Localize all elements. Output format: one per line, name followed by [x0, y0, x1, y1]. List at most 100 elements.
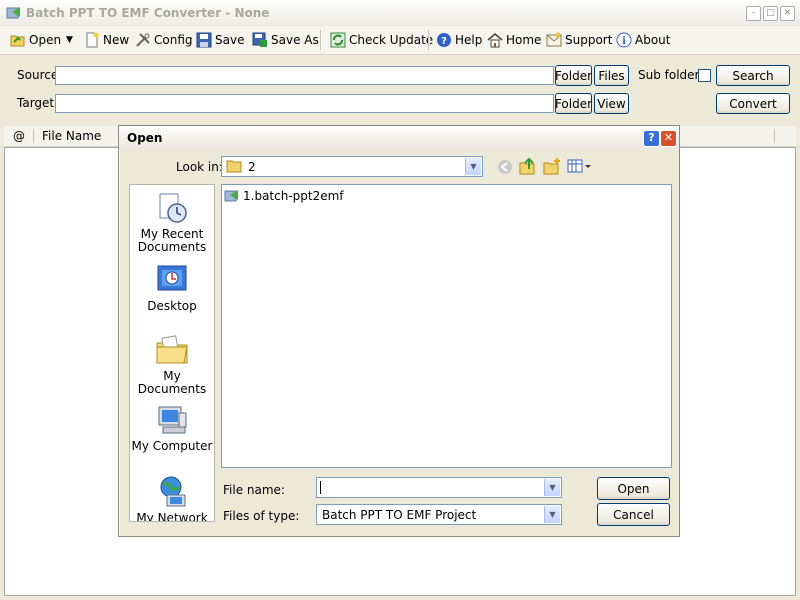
toolbar-separator [320, 30, 322, 50]
place-my-computer[interactable]: My Computer [130, 403, 214, 453]
home-button[interactable]: Home [487, 29, 541, 50]
place-label: My Network [136, 511, 208, 522]
text-cursor [320, 481, 321, 494]
target-label: Target [17, 96, 55, 110]
subfolders-label: Sub folders [638, 68, 706, 82]
dialog-title: Open [127, 131, 163, 145]
home-icon [487, 32, 503, 47]
up-folder-icon[interactable] [519, 157, 536, 175]
source-target-panel: Source Folder Files Sub folders Search T… [4, 58, 796, 122]
maximize-button[interactable]: □ [763, 6, 778, 21]
files-of-type-value: Batch PPT TO EMF Project [322, 508, 477, 522]
help-label: Help [455, 32, 483, 47]
floppy-disk-icon [196, 32, 212, 47]
files-of-type-combo[interactable]: Batch PPT TO EMF Project ▼ [316, 504, 562, 525]
dialog-close-button[interactable]: ✕ [660, 130, 677, 147]
new-label: New [103, 32, 130, 47]
config-button[interactable]: Config [135, 29, 193, 50]
chevron-down-icon[interactable]: ▼ [465, 158, 481, 175]
window-title: Batch PPT TO EMF Converter - None [26, 6, 270, 20]
place-desktop[interactable]: Desktop [130, 263, 214, 313]
help-icon: ? [437, 32, 451, 47]
column-file-name[interactable]: File Name [42, 129, 101, 143]
check-update-button[interactable]: Check Update [330, 29, 433, 50]
search-button[interactable]: Search [716, 65, 790, 86]
dialog-open-button[interactable]: Open [597, 477, 670, 500]
info-icon: i [616, 32, 632, 47]
save-label: Save [215, 32, 245, 47]
view-button[interactable]: View [594, 93, 629, 114]
back-icon[interactable] [497, 159, 513, 175]
new-document-icon [86, 32, 99, 47]
toolbar-separator [428, 30, 430, 50]
files-of-type-label: Files of type: [223, 509, 300, 523]
close-button[interactable]: ✕ [780, 6, 795, 21]
place-my-recent-documents[interactable]: My Recent Documents [130, 191, 214, 254]
file-item-label: 1.batch-ppt2emf [243, 189, 344, 203]
chevron-down-icon[interactable]: ▼ [544, 479, 560, 496]
new-folder-icon[interactable] [543, 157, 561, 175]
place-label: My Computer [131, 439, 213, 453]
view-menu-icon[interactable] [567, 159, 591, 175]
target-folder-button[interactable]: Folder [555, 93, 592, 114]
column-at[interactable]: @ [13, 129, 25, 143]
look-in-value: 2 [248, 160, 256, 174]
dialog-help-button[interactable]: ? [643, 130, 660, 147]
source-folder-button[interactable]: Folder [555, 65, 592, 86]
dialog-title-bar: Open ? ✕ [119, 126, 679, 149]
file-item[interactable]: 1.batch-ppt2emf [224, 188, 344, 204]
recent-documents-icon [159, 193, 187, 223]
open-button[interactable]: Open [10, 29, 61, 50]
dialog-file-list[interactable]: 1.batch-ppt2emf [221, 184, 672, 468]
app-icon [6, 7, 20, 19]
column-divider [33, 129, 34, 143]
save-button[interactable]: Save [196, 29, 244, 50]
my-network-icon [160, 476, 186, 507]
refresh-icon [330, 32, 346, 47]
toolbar: Open ▼ New Config Save Save As Check Upd… [0, 26, 800, 55]
target-input[interactable] [55, 94, 554, 113]
open-folder-icon [10, 35, 25, 46]
new-button[interactable]: New [84, 29, 129, 50]
open-dropdown-arrow[interactable]: ▼ [66, 29, 73, 50]
source-input[interactable] [55, 66, 554, 85]
about-button[interactable]: i About [616, 29, 670, 50]
place-label: My Documents [137, 369, 207, 396]
open-label: Open [29, 32, 62, 47]
look-in-label: Look in: [176, 160, 223, 174]
files-button[interactable]: Files [594, 65, 629, 86]
chevron-down-icon[interactable]: ▼ [544, 506, 560, 523]
about-label: About [635, 32, 671, 47]
support-label: Support [565, 32, 613, 47]
support-button[interactable]: Support [546, 29, 612, 50]
folder-icon [226, 160, 242, 173]
file-name-label: File name: [223, 483, 285, 497]
column-divider [774, 129, 775, 143]
place-my-network[interactable]: My Network [130, 475, 214, 522]
place-label: My Recent Documents [137, 227, 207, 254]
open-dialog: Open ? ✕ Look in: 2 ▼ My Recent Document… [118, 125, 680, 537]
tools-icon [136, 32, 150, 47]
svg-text:?: ? [441, 36, 447, 47]
subfolders-checkbox[interactable] [698, 69, 711, 82]
title-bar: Batch PPT TO EMF Converter - None – □ ✕ [0, 0, 800, 27]
save-as-icon [252, 32, 267, 47]
help-button[interactable]: ? Help [436, 29, 482, 50]
home-label: Home [506, 32, 542, 47]
dialog-cancel-button[interactable]: Cancel [597, 503, 670, 526]
places-bar: My Recent Documents Desktop My Documents… [129, 184, 215, 522]
svg-text:i: i [622, 36, 626, 47]
my-computer-icon [158, 406, 187, 434]
place-label: Desktop [147, 299, 197, 313]
save-as-button[interactable]: Save As [252, 29, 319, 50]
check-update-label: Check Update [349, 32, 434, 47]
file-name-combo[interactable]: ▼ [316, 477, 562, 498]
place-my-documents[interactable]: My Documents [130, 333, 214, 396]
convert-button[interactable]: Convert [716, 93, 790, 114]
look-in-combo[interactable]: 2 ▼ [221, 156, 483, 177]
minimize-button[interactable]: – [746, 6, 761, 21]
my-documents-icon [156, 335, 188, 364]
save-as-label: Save As [271, 32, 319, 47]
source-label: Source [17, 68, 59, 82]
project-file-icon [224, 190, 238, 202]
